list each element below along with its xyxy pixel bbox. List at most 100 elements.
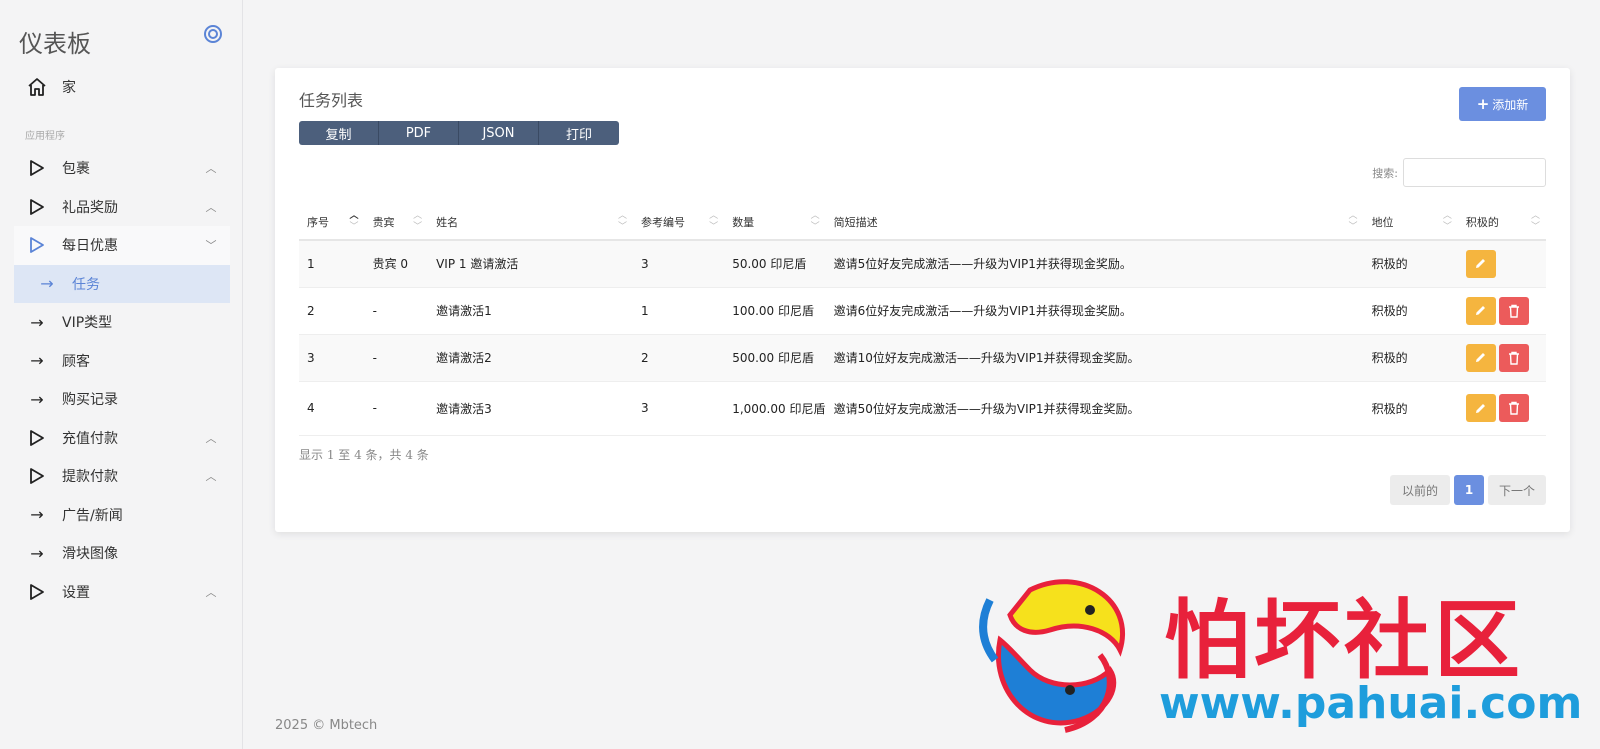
sidebar: 仪表板 家 应用程序 包裹 ︿ 礼品奖励 ︿ 每日优惠 ﹀ → 任务 → VIP… (0, 0, 243, 749)
sidebar-item-daily-offers[interactable]: 每日优惠 ﹀ (14, 226, 230, 265)
delete-button[interactable] (1498, 394, 1529, 422)
sidebar-item-label: 提款付款 (62, 469, 118, 486)
sidebar-item-ads-news[interactable]: → 广告/新闻 (14, 496, 230, 535)
sidebar-item-label: 家 (62, 80, 76, 97)
cell-amount: 500.00 印尼盾 (724, 334, 826, 382)
column-header-label: 地位 (1371, 215, 1394, 229)
sort-icon: ︿ ﹀ (349, 211, 359, 232)
sidebar-item-label: VIP类型 (62, 315, 113, 332)
cell-name: 邀请激活2 (428, 334, 633, 382)
sidebar-item-label: 滑块图像 (62, 546, 118, 563)
cell-desc: 邀请6位好友完成激活——升级为VIP1并获得现金奖励。 (825, 287, 1364, 335)
page-title: 任务列表 (299, 91, 364, 110)
sidebar-item-customers[interactable]: → 顾客 (14, 342, 230, 381)
page-button-1[interactable]: 1 (1454, 475, 1484, 505)
cell-desc: 邀请10位好友完成激活——升级为VIP1并获得现金奖励。 (825, 334, 1364, 382)
column-header-amount[interactable]: 数量 ︿ ﹀ (724, 204, 826, 241)
column-header-vip[interactable]: 贵宾 ︿ ﹀ (364, 204, 429, 241)
column-header-label: 参考编号 (641, 215, 685, 229)
cell-actions (1457, 381, 1546, 436)
column-header-active[interactable]: 积极的 ︿ ﹀ (1457, 204, 1546, 241)
sidebar-menu: 包裹 ︿ 礼品奖励 ︿ 每日优惠 ﹀ → 任务 → VIP类型 → 顾客 → 购… (14, 149, 230, 611)
chevron-up-icon: ︿ (205, 470, 217, 484)
search-input[interactable] (1403, 158, 1546, 187)
table-row: 1 贵宾 0 VIP 1 邀请激活 3 50.00 印尼盾 邀请5位好友完成激活… (299, 240, 1546, 288)
sidebar-brand: 仪表板 (19, 30, 91, 58)
edit-button[interactable] (1465, 296, 1496, 325)
column-header-label: 积极的 (1465, 215, 1499, 229)
next-page-button[interactable]: 下一个 (1488, 475, 1546, 505)
json-button[interactable]: JSON (459, 121, 539, 145)
sidebar-toggle-icon[interactable] (204, 25, 222, 43)
cell-status: 积极的 (1363, 240, 1458, 288)
cell-no: 3 (299, 334, 365, 382)
cell-name: 邀请激活3 (428, 381, 633, 436)
column-header-desc[interactable]: 简短描述 ︿ ﹀ (825, 204, 1364, 241)
edit-button[interactable] (1465, 249, 1496, 278)
cell-amount: 100.00 印尼盾 (724, 287, 826, 335)
cell-ref: 3 (633, 240, 725, 288)
sidebar-item-vip-types[interactable]: → VIP类型 (14, 303, 230, 342)
arrow-right-icon: → (40, 274, 54, 294)
delete-button[interactable] (1498, 296, 1529, 325)
arrow-right-icon: → (30, 351, 44, 371)
sidebar-item-packages[interactable]: 包裹 ︿ (14, 149, 230, 188)
edit-button[interactable] (1465, 343, 1496, 372)
search-label: 搜索: (1372, 167, 1398, 180)
task-table: 序号 ︿ ﹀ 贵宾 ︿ ﹀ 姓名 ︿ ﹀ 参考编号 ︿ ﹀ 数量 ︿ ﹀ 简短描述 ︿ ﹀ 地位 ︿ ﹀ 积… (299, 204, 1546, 436)
prev-page-button[interactable]: 以前的 (1390, 475, 1450, 505)
chevron-up-icon: ︿ (205, 162, 217, 176)
column-header-label: 序号 (307, 215, 329, 229)
cell-vip: 贵宾 0 (364, 240, 429, 288)
sidebar-item-tasks[interactable]: → 任务 (14, 264, 230, 303)
cell-ref: 2 (633, 334, 725, 382)
sidebar-item-withdrawal[interactable]: 提款付款 ︿ (14, 457, 230, 496)
column-header-label: 贵宾 (372, 215, 395, 229)
sort-icon: ︿ ﹀ (617, 211, 627, 232)
arrow-right-icon: → (30, 543, 44, 563)
sidebar-item-label: 每日优惠 (62, 238, 118, 255)
trash-icon (1508, 351, 1519, 365)
sidebar-item-purchase-records[interactable]: → 购买记录 (14, 380, 230, 419)
pencil-icon (1476, 403, 1486, 413)
sidebar-item-gift-rewards[interactable]: 礼品奖励 ︿ (14, 188, 230, 227)
fish-logo-icon (979, 579, 1125, 733)
sidebar-item-recharge[interactable]: 充值付款 ︿ (14, 419, 230, 458)
cell-name: VIP 1 邀请激活 (428, 240, 633, 288)
sidebar-item-home[interactable]: 家 (14, 68, 230, 107)
add-new-button[interactable]: + 添加新 (1459, 87, 1546, 121)
cell-vip: - (364, 287, 429, 335)
delete-button[interactable] (1498, 343, 1529, 372)
home-icon (26, 76, 48, 98)
column-header-label: 简短描述 (833, 215, 878, 229)
sidebar-item-settings[interactable]: 设置 ︿ (14, 573, 230, 612)
cell-desc: 邀请50位好友完成激活——升级为VIP1并获得现金奖励。 (825, 381, 1364, 436)
sort-icon: ︿ ﹀ (709, 211, 719, 232)
play-icon (26, 157, 48, 179)
chevron-up-icon: ︿ (205, 585, 217, 599)
trash-icon (1508, 304, 1519, 318)
cell-vip: - (364, 334, 429, 382)
cell-no: 4 (299, 381, 365, 436)
sort-icon: ︿ ﹀ (810, 211, 820, 232)
sort-icon: ︿ ﹀ (413, 211, 423, 232)
print-button[interactable]: 打印 (539, 121, 619, 145)
column-header-no[interactable]: 序号 ︿ ﹀ (299, 204, 365, 241)
copy-button[interactable]: 复制 (299, 121, 379, 145)
sidebar-item-slider-images[interactable]: → 滑块图像 (14, 534, 230, 573)
cell-actions (1457, 287, 1546, 335)
table-header-row: 序号 ︿ ﹀ 贵宾 ︿ ﹀ 姓名 ︿ ﹀ 参考编号 ︿ ﹀ 数量 ︿ ﹀ 简短描述 ︿ ﹀ 地位 ︿ ﹀ 积… (299, 204, 1546, 241)
chevron-up-icon: ︿ (205, 431, 217, 445)
sort-icon: ︿ ﹀ (1442, 211, 1452, 232)
edit-button[interactable] (1465, 394, 1496, 422)
column-header-ref[interactable]: 参考编号 ︿ ﹀ (633, 204, 725, 241)
play-icon (26, 234, 48, 256)
column-header-status[interactable]: 地位 ︿ ﹀ (1363, 204, 1458, 241)
watermark-url: www.pahuai.com (1159, 678, 1583, 729)
cell-vip: - (364, 381, 429, 436)
trash-icon (1508, 401, 1519, 415)
play-icon (26, 196, 48, 218)
column-header-name[interactable]: 姓名 ︿ ﹀ (428, 204, 633, 241)
pdf-button[interactable]: PDF (379, 121, 459, 145)
column-header-label: 姓名 (436, 215, 459, 229)
